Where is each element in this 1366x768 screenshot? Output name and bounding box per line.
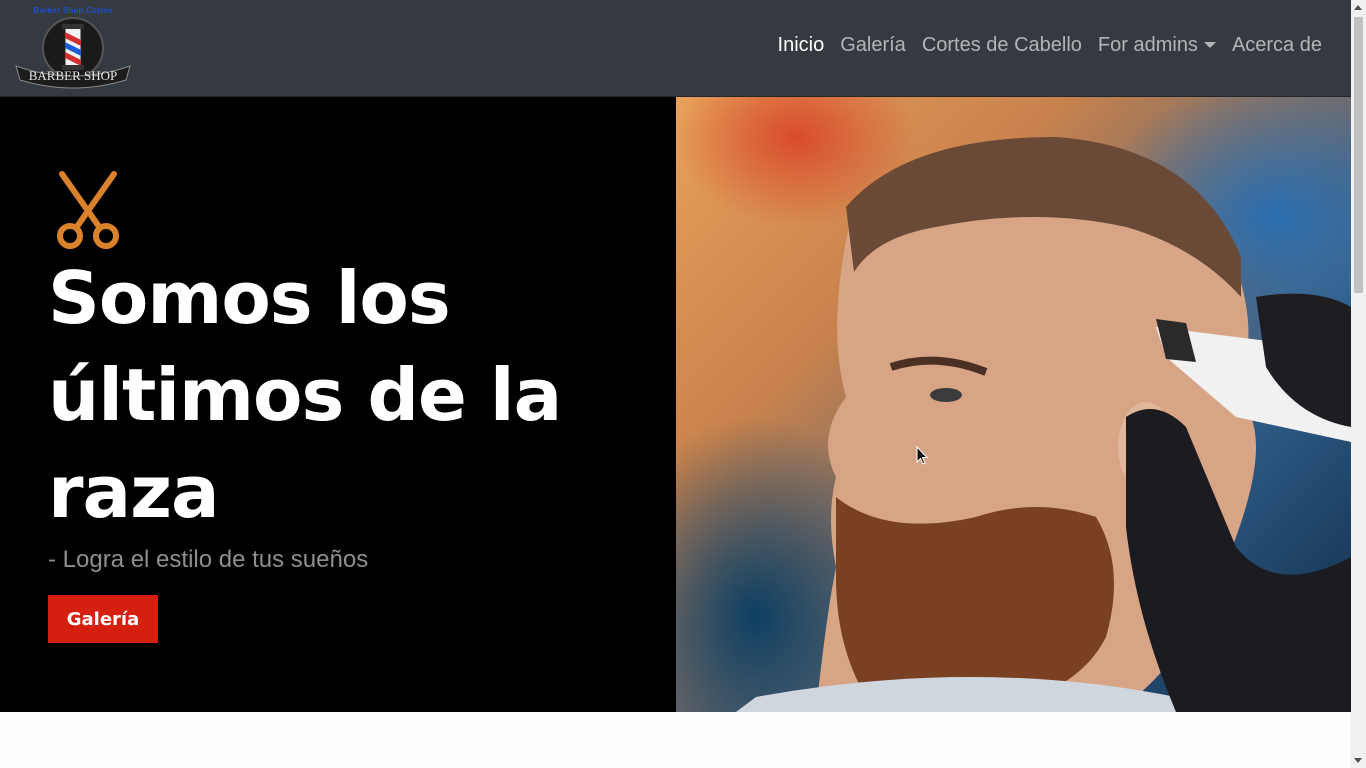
scroll-up-icon[interactable] (1354, 5, 1362, 10)
nav-link-acerca-de[interactable]: Acerca de (1224, 34, 1330, 57)
scroll-down-icon[interactable] (1354, 758, 1362, 763)
mouse-cursor-icon (916, 446, 928, 465)
navbar: Barber Shop Cortes BARBER SHOP Inicio Ga… (0, 0, 1351, 97)
galeria-button[interactable]: Galería (48, 595, 158, 643)
hero-title: Somos los últimos de la raza (48, 256, 562, 534)
nav-dropdown-label: For admins (1097, 33, 1198, 56)
chevron-down-icon (1203, 42, 1216, 48)
scissors-icon (57, 171, 119, 249)
nav-menu: Inicio Galería Cortes de Cabello For adm… (770, 0, 1330, 90)
nav-dropdown-for-admins[interactable]: For admins (1090, 34, 1224, 57)
hero-subtitle: - Logra el estilo de tus sueños (48, 546, 369, 573)
vertical-scrollbar[interactable] (1351, 0, 1366, 768)
scroll-thumb[interactable] (1354, 17, 1363, 293)
nav-link-cortes-de-cabello[interactable]: Cortes de Cabello (914, 34, 1090, 57)
nav-link-inicio[interactable]: Inicio (770, 34, 833, 57)
logo-text: BARBER SHOP (29, 68, 118, 83)
barber-shop-logo[interactable]: Barber Shop Cortes BARBER SHOP (12, 6, 134, 90)
hero-photo-barber-cutting-hair (676, 97, 1351, 712)
nav-link-galeria[interactable]: Galería (832, 34, 914, 57)
